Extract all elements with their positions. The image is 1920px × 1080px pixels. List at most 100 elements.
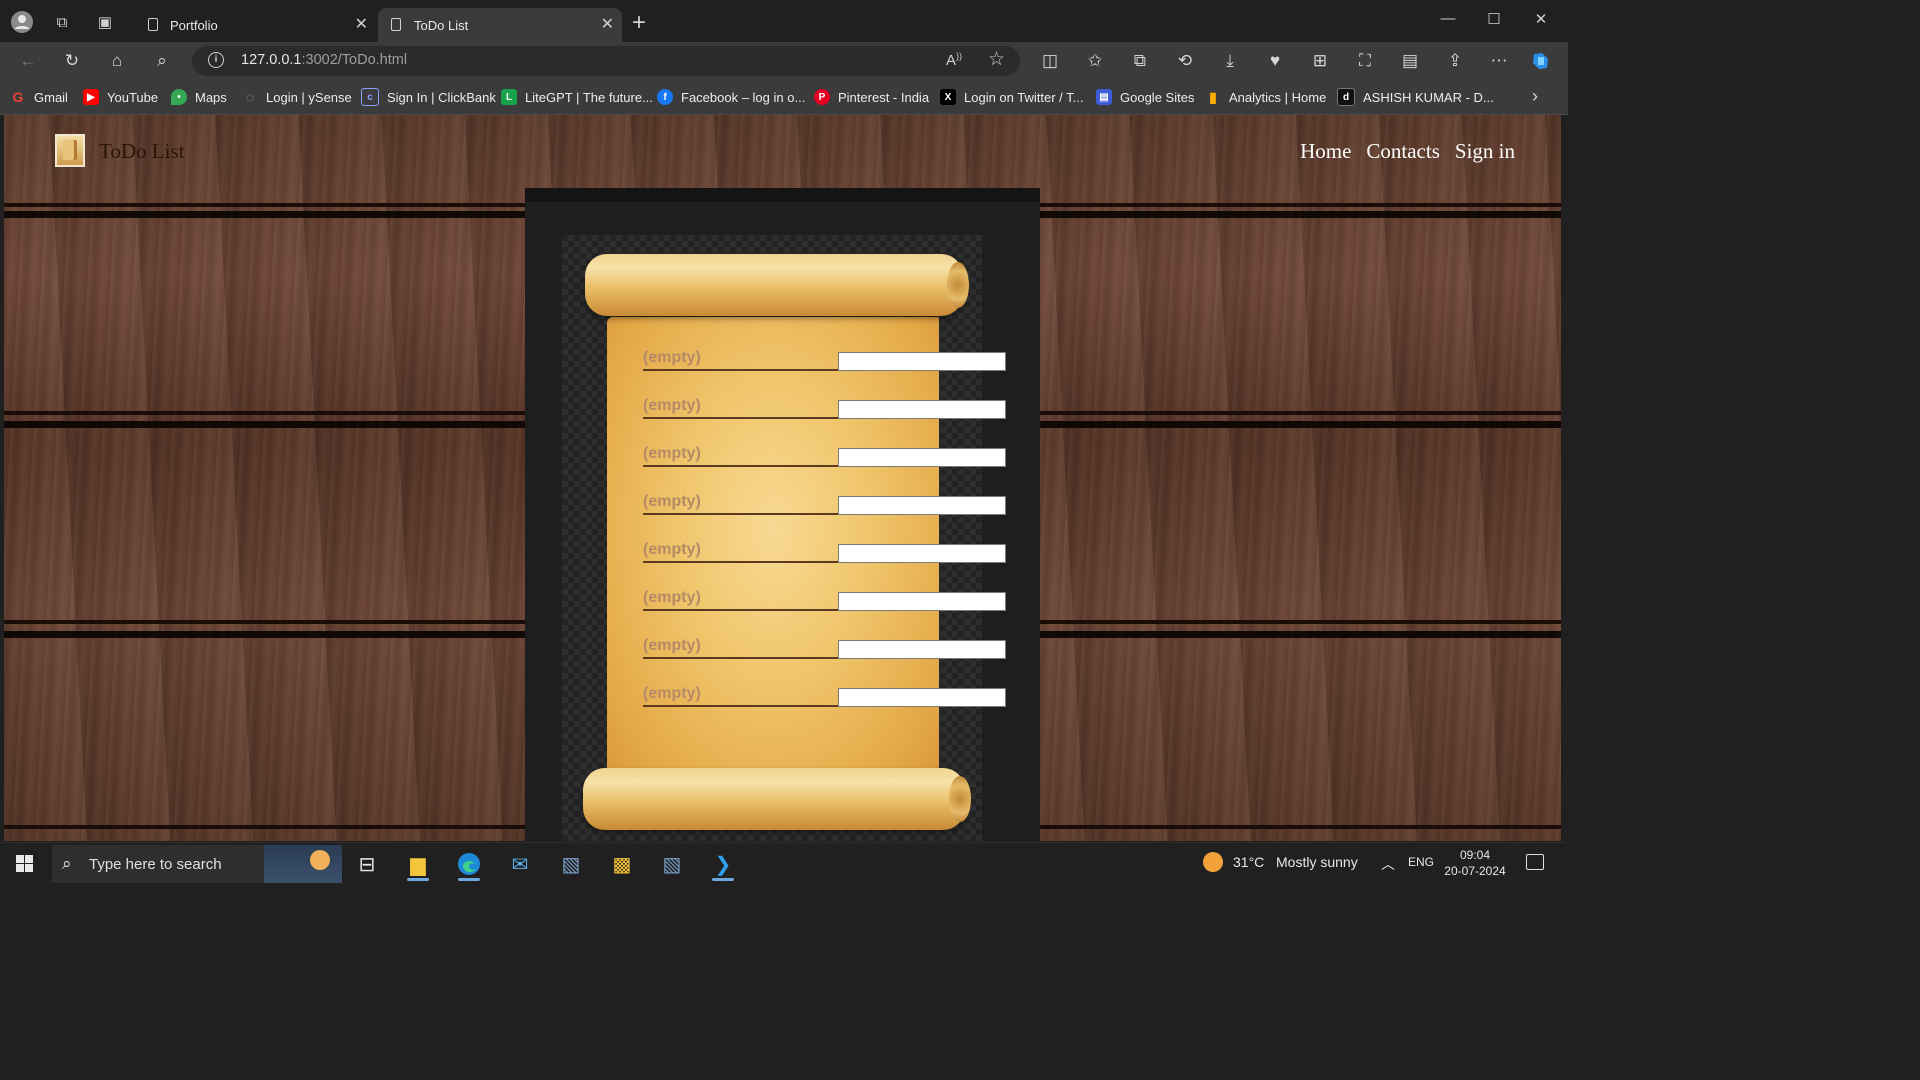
todo-label: (empty) [643, 685, 701, 702]
app-icon[interactable]: ▧ [652, 847, 692, 881]
gmail-icon: G [12, 89, 24, 105]
address-bar[interactable]: i 127.0.0.1:3002/ToDo.html A)) ☆ [192, 46, 1020, 76]
bookmark-label: ASHISH KUMAR - D... [1363, 89, 1494, 105]
favorites-icon[interactable]: ✩ [1083, 50, 1107, 72]
todo-input[interactable] [838, 352, 1006, 371]
todo-label: (empty) [643, 493, 701, 510]
more-options-icon[interactable]: ⋯ [1487, 50, 1511, 72]
windows-start-icon[interactable] [16, 855, 33, 872]
bookmark-facebook[interactable]: f Facebook – log in o... [657, 88, 805, 106]
browser-essentials-icon[interactable]: ♥ [1263, 50, 1287, 72]
analytics-icon: ▮ [1209, 88, 1217, 105]
close-window-button[interactable]: ✕ [1521, 10, 1561, 28]
weather-condition[interactable]: Mostly sunny [1276, 854, 1358, 870]
history-icon[interactable]: ⟲ [1173, 50, 1197, 72]
todo-row: (empty) [643, 445, 1007, 468]
collections-icon[interactable]: ⧉ [1128, 50, 1152, 72]
nav-contacts-link[interactable]: Contacts [1366, 139, 1440, 164]
bookmark-ashish[interactable]: d ASHISH KUMAR - D... [1337, 88, 1494, 106]
site-info-icon[interactable]: i [208, 52, 224, 68]
todo-input[interactable] [838, 592, 1006, 611]
vscode-icon[interactable]: ❯ [703, 847, 743, 881]
maximize-button[interactable]: ☐ [1474, 10, 1514, 28]
todo-input[interactable] [838, 496, 1006, 515]
todo-underline [643, 369, 839, 371]
favorite-star-icon[interactable]: ☆ [988, 48, 1005, 71]
site-title[interactable]: ToDo List [99, 139, 184, 164]
tab-portfolio[interactable]: Portfolio ✕ [138, 8, 376, 42]
browser-title-bar: ⧉ ▣ Portfolio ✕ ToDo List ✕ + — ☐ ✕ [0, 0, 1568, 42]
bookmark-gmail[interactable]: G Gmail [10, 88, 68, 106]
app-icon[interactable]: ▧ [551, 847, 591, 881]
site-logo-icon[interactable] [55, 134, 85, 167]
bookmark-twitter[interactable]: X Login on Twitter / T... [940, 88, 1083, 106]
url-text[interactable]: 127.0.0.1:3002/ToDo.html [241, 52, 407, 68]
task-view-icon[interactable]: ⊟ [347, 847, 387, 881]
ysense-icon: ◌ [245, 89, 255, 105]
read-aloud-icon[interactable]: A)) [946, 51, 962, 69]
clickbank-icon: c [361, 88, 379, 106]
todo-underline [643, 417, 839, 419]
tab-actions-icon[interactable]: ▣ [92, 9, 118, 35]
app-running-indicator [407, 878, 429, 881]
tab-todo-list[interactable]: ToDo List ✕ [378, 8, 622, 42]
bookmark-youtube[interactable]: ▶ YouTube [83, 88, 158, 106]
back-button[interactable]: ← [17, 50, 39, 72]
edge-browser-icon[interactable] [449, 847, 489, 881]
todo-underline [643, 465, 839, 467]
bookmark-clickbank[interactable]: c Sign In | ClickBank [361, 88, 496, 106]
nav-home-link[interactable]: Home [1300, 139, 1351, 164]
show-hidden-icons-chevron-icon[interactable]: ︿ [1381, 854, 1395, 874]
bookmark-maps[interactable]: • Maps [171, 88, 227, 106]
sidebar-toggle-icon[interactable]: ▤ [1398, 50, 1422, 72]
todo-row: (empty) [643, 493, 1007, 516]
profile-icon[interactable] [9, 9, 35, 35]
minimize-button[interactable]: — [1428, 10, 1468, 27]
search-icon[interactable]: ⌕ [151, 50, 173, 72]
weather-temperature[interactable]: 31°C [1233, 854, 1264, 870]
file-explorer-icon[interactable]: ▆ [398, 847, 438, 881]
scroll-top-roll [585, 254, 969, 316]
tab-label: ToDo List [414, 17, 469, 33]
extensions-icon[interactable]: ⊞ [1308, 50, 1332, 72]
language-indicator[interactable]: ENG [1408, 855, 1434, 869]
page-icon [148, 18, 158, 31]
home-button[interactable]: ⌂ [106, 50, 128, 72]
more-bookmarks-chevron-icon[interactable]: › [1532, 86, 1538, 107]
bookmark-google-sites[interactable]: ▤ Google Sites [1096, 88, 1194, 106]
browser-toolbar: ← ↻ ⌂ ⌕ i 127.0.0.1:3002/ToDo.html A)) ☆… [0, 42, 1568, 80]
new-tab-button[interactable]: + [632, 10, 646, 36]
nav-sign-in-link[interactable]: Sign in [1455, 139, 1515, 164]
downloads-icon[interactable]: ⤓ [1218, 50, 1242, 72]
weather-icon[interactable] [1203, 852, 1223, 872]
todo-input[interactable] [838, 448, 1006, 467]
bookmark-ysense[interactable]: ◌ Login | ySense [242, 88, 352, 106]
split-screen-icon[interactable]: ◫ [1038, 50, 1062, 72]
close-tab-icon[interactable]: ✕ [355, 14, 368, 34]
notification-center-icon[interactable] [1526, 854, 1544, 870]
scroll-bottom-roll [583, 768, 971, 830]
copilot-icon[interactable] [1529, 50, 1553, 72]
python-app-icon[interactable]: ▩ [602, 847, 642, 881]
todo-card: (empty) (empty) (empty) (empty) (empty) [525, 188, 1040, 841]
bookmark-analytics[interactable]: ▮ Analytics | Home [1205, 88, 1326, 106]
mail-icon[interactable]: ✉ [500, 847, 540, 881]
todo-input[interactable] [838, 688, 1006, 707]
todo-input[interactable] [838, 400, 1006, 419]
bookmark-pinterest[interactable]: P Pinterest - India [814, 88, 929, 106]
bookmark-label: Facebook – log in o... [681, 89, 806, 105]
taskbar-search-box[interactable]: ⌕ Type here to search [52, 845, 342, 883]
share-icon[interactable]: ⇪ [1443, 50, 1467, 72]
todo-input[interactable] [838, 640, 1006, 659]
workspaces-icon[interactable]: ⧉ [49, 9, 75, 35]
todo-row: (empty) [643, 397, 1007, 420]
close-tab-icon[interactable]: ✕ [601, 14, 614, 34]
todo-row: (empty) [643, 637, 1007, 660]
system-clock[interactable]: 09:04 20-07-2024 [1440, 847, 1510, 879]
bookmark-litegpt[interactable]: L LiteGPT | The future... [501, 88, 653, 106]
refresh-button[interactable]: ↻ [61, 50, 83, 72]
litegpt-icon: L [501, 89, 517, 105]
screenshot-icon[interactable]: ⛶ [1353, 50, 1377, 72]
todo-input[interactable] [838, 544, 1006, 563]
bookmark-label: YouTube [107, 89, 159, 105]
